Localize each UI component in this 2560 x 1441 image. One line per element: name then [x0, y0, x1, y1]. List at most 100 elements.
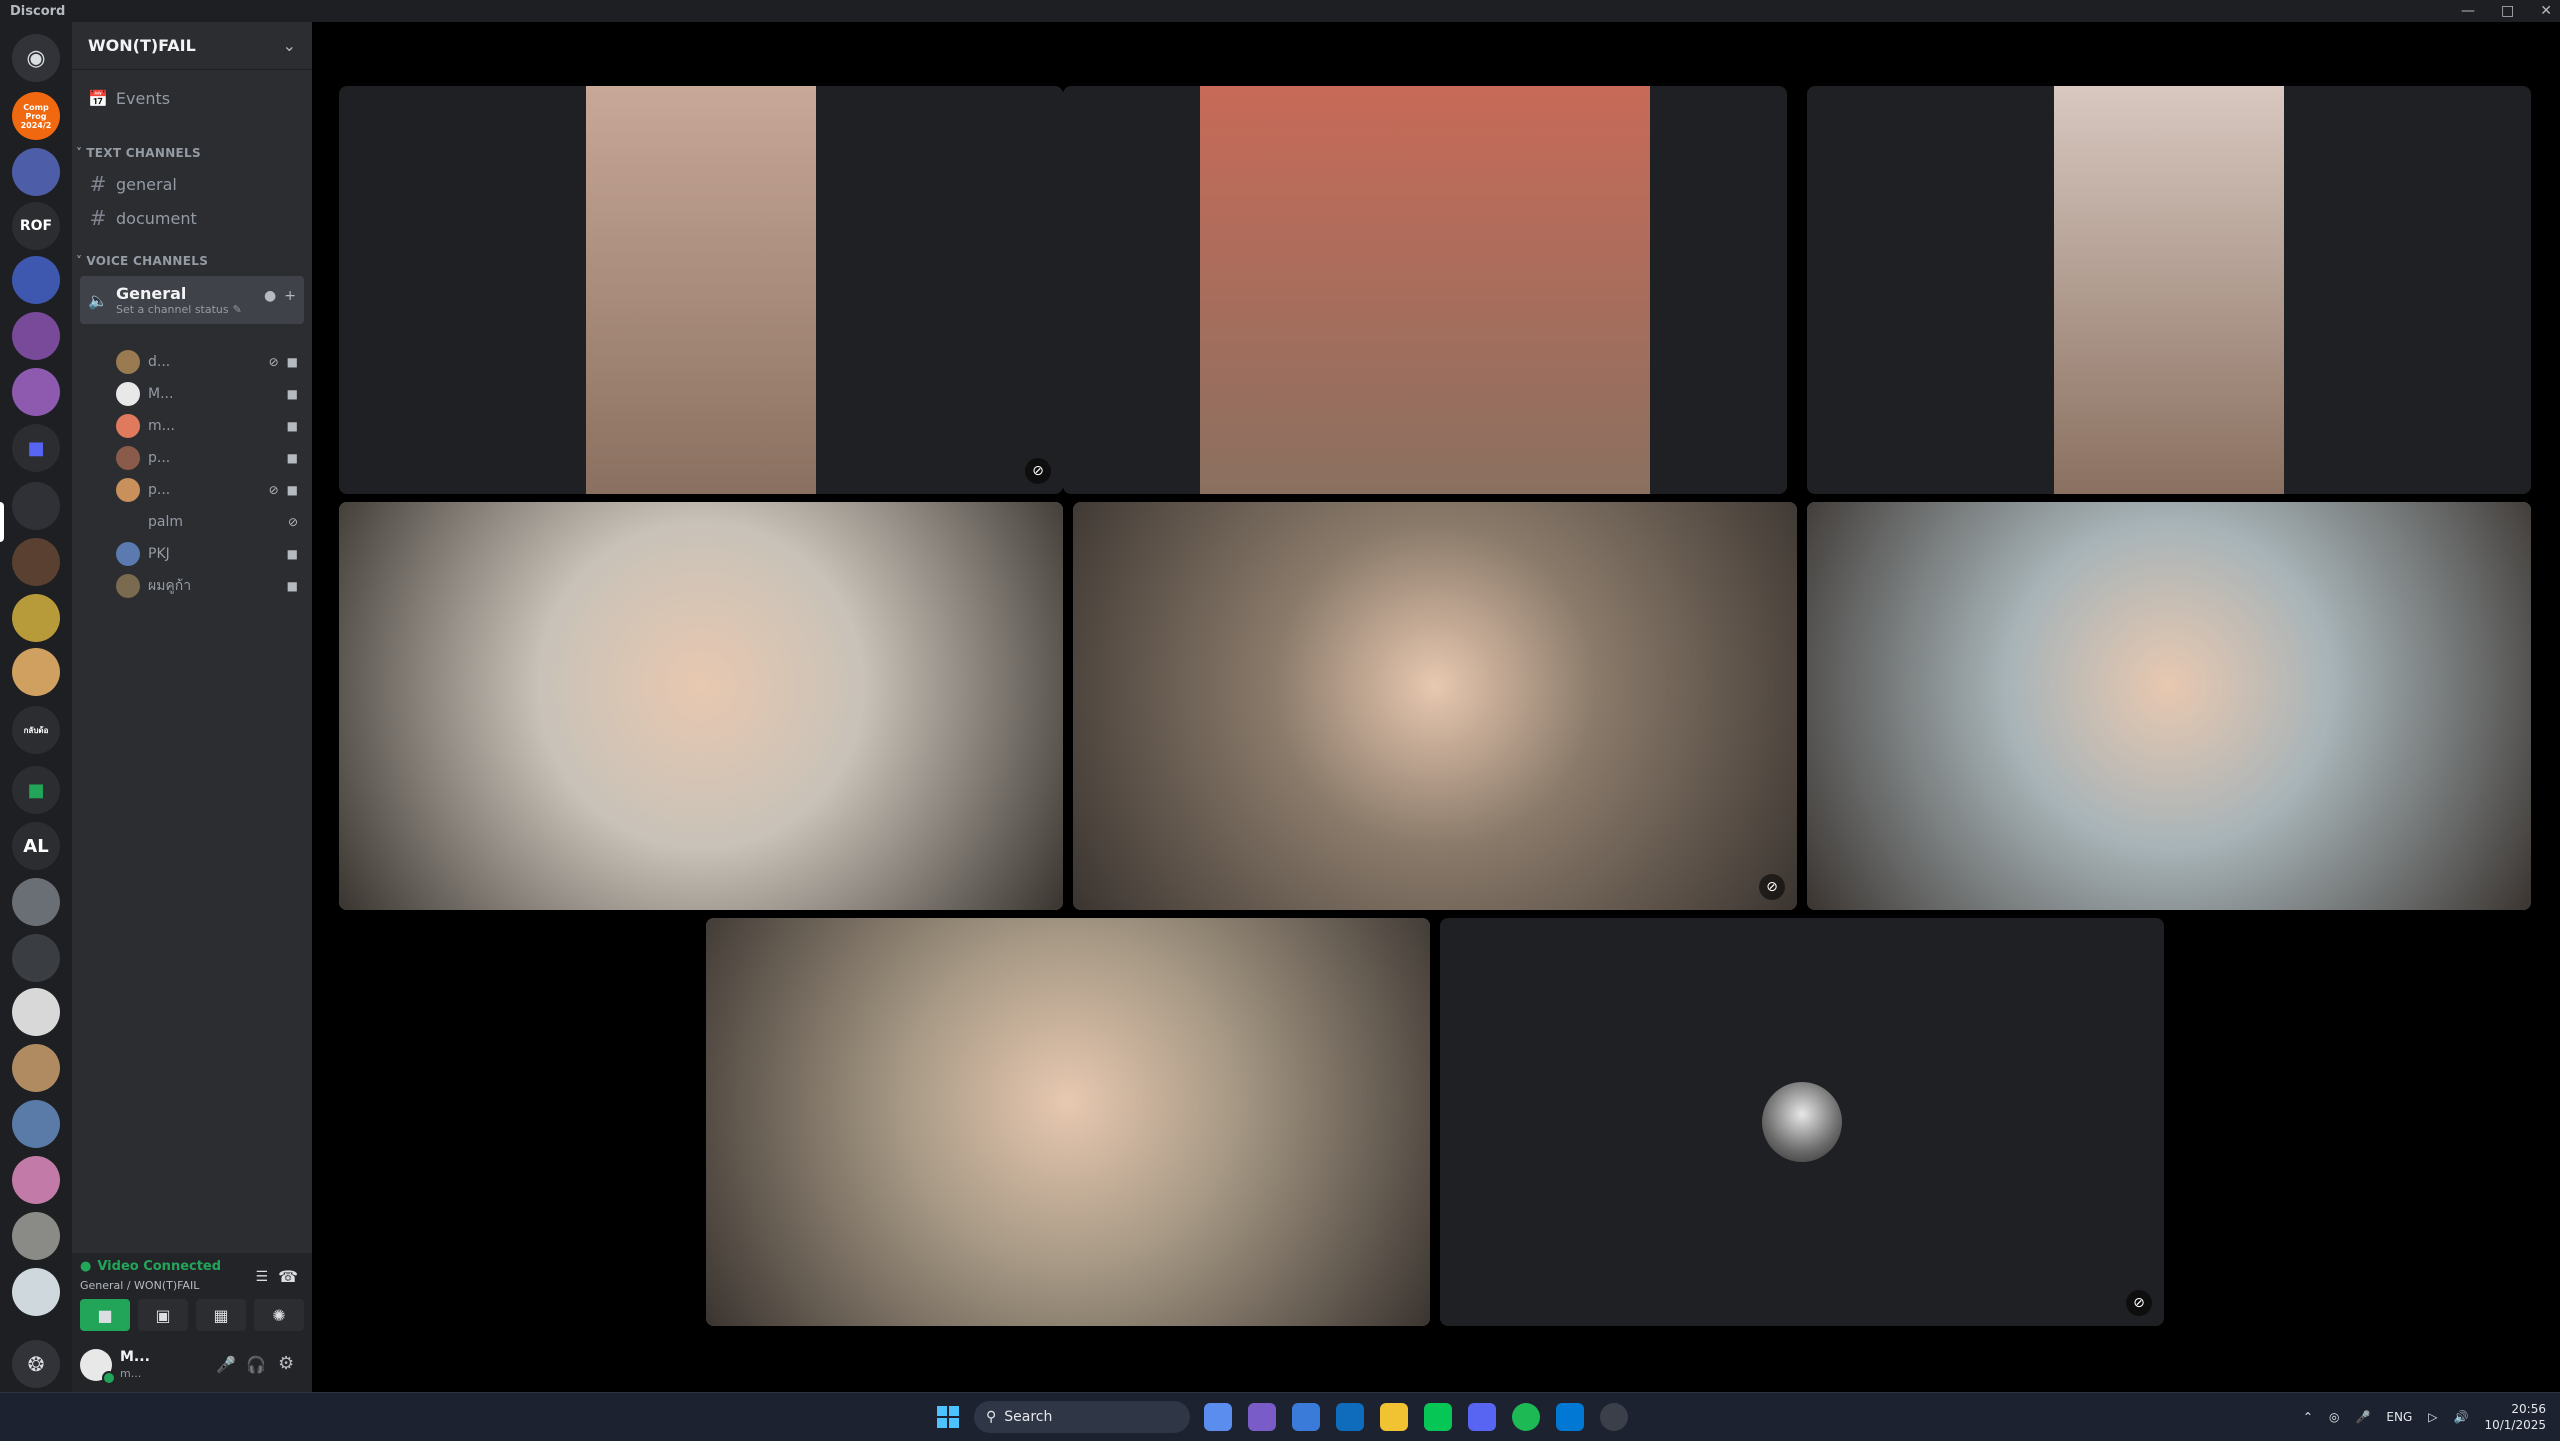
channel-document[interactable]: # document — [80, 202, 304, 234]
server-16[interactable] — [12, 934, 60, 982]
voice-member[interactable]: palm ⊘ — [116, 508, 306, 536]
copilot-icon[interactable] — [1204, 1403, 1232, 1431]
voice-member[interactable]: ผมคูก้า ■ — [116, 572, 306, 600]
server-2[interactable] — [12, 148, 60, 196]
voice-member[interactable]: PKJ ■ — [116, 540, 306, 568]
camera-button[interactable]: ■ — [80, 1299, 130, 1331]
server-17[interactable] — [12, 988, 60, 1036]
server-wof[interactable] — [12, 482, 60, 530]
category-label: TEXT CHANNELS — [86, 146, 201, 160]
video-feed — [339, 502, 1063, 910]
language-indicator[interactable]: ENG — [2386, 1410, 2412, 1424]
username[interactable]: M... — [120, 1349, 150, 1365]
add-member-icon[interactable]: + — [284, 288, 296, 304]
server-comp-prog[interactable]: Comp Prog 2024/2 — [12, 92, 60, 140]
server-21[interactable] — [12, 1212, 60, 1260]
gear-icon[interactable]: ⚙ — [278, 1353, 294, 1374]
channel-label: document — [116, 208, 197, 228]
maximize-icon[interactable]: □ — [2501, 3, 2514, 19]
server-19[interactable] — [12, 1100, 60, 1148]
disconnect-icon[interactable]: ☎ — [278, 1267, 298, 1286]
server-4[interactable] — [12, 256, 60, 304]
video-tile-6[interactable] — [1807, 502, 2531, 910]
online-status-dot — [102, 1371, 116, 1385]
mic-tray-icon[interactable]: 🎤 — [2355, 1410, 2370, 1424]
channel-general[interactable]: # general — [80, 168, 304, 200]
server-12[interactable]: กลับด้อ — [12, 706, 60, 754]
voice-member[interactable]: d... ⊘ ■ — [116, 348, 306, 376]
discord-home[interactable]: ◉ — [12, 34, 60, 82]
video-feed — [1200, 86, 1650, 494]
app-title: Discord — [10, 3, 66, 19]
video-tile-5[interactable]: ⊘ — [1073, 502, 1797, 910]
guild-header[interactable]: WON(T)FAIL ⌄ — [72, 22, 312, 70]
discord-taskbar-icon[interactable] — [1468, 1403, 1496, 1431]
windows-taskbar: ⚲ Search ⌃ ◎ 🎤 ENG ▷ 🔊 20:56 10/1/2025 — [0, 1392, 2560, 1441]
chevron-up-icon[interactable]: ⌃ — [2303, 1410, 2313, 1424]
screenshare-button[interactable]: ▣ — [138, 1299, 188, 1331]
voice-member[interactable]: m... ■ — [116, 412, 306, 440]
server-20[interactable] — [12, 1156, 60, 1204]
video-tile-1[interactable]: ⊘ — [339, 86, 1063, 494]
volume-icon[interactable]: 🔊 — [2454, 1410, 2469, 1424]
events-link[interactable]: 📅 Events — [80, 82, 304, 114]
channel-status[interactable]: Set a channel status — [116, 303, 229, 316]
voice-location[interactable]: General / WON(T)FAIL — [80, 1279, 199, 1292]
text-channels-category[interactable]: ˅ TEXT CHANNELS — [76, 146, 201, 160]
noise-suppression-icon[interactable]: ☰ — [255, 1269, 268, 1285]
video-tile-4[interactable] — [339, 502, 1063, 910]
voice-channels-category[interactable]: ˅ VOICE CHANNELS — [76, 254, 208, 268]
clock-time: 20:56 — [2511, 1402, 2546, 1416]
folder-2[interactable]: ■ — [12, 766, 60, 814]
minimize-icon[interactable]: — — [2461, 3, 2475, 19]
video-tile-8[interactable]: ⊘ — [1440, 918, 2164, 1326]
photos-icon[interactable] — [1248, 1403, 1276, 1431]
server-18[interactable] — [12, 1044, 60, 1092]
store-icon[interactable] — [1292, 1403, 1320, 1431]
microphone-icon[interactable]: 🎤 — [216, 1355, 236, 1374]
explore-icon[interactable]: ❂ — [12, 1340, 60, 1388]
pencil-icon[interactable]: ✎ — [233, 303, 242, 316]
vscode-icon[interactable] — [1556, 1403, 1584, 1431]
network-icon[interactable]: ◎ — [2329, 1410, 2339, 1424]
activities-button[interactable]: ▦ — [196, 1299, 246, 1331]
muted-mic-icon: ⊘ — [287, 515, 298, 529]
server-5[interactable] — [12, 312, 60, 360]
server-10[interactable] — [12, 594, 60, 642]
video-tile-3[interactable] — [1807, 86, 2531, 494]
headphones-icon[interactable]: 🎧 — [246, 1355, 266, 1374]
server-9[interactable] — [12, 538, 60, 586]
chat-icon[interactable]: ● — [264, 288, 276, 304]
voice-member[interactable]: p... ■ — [116, 444, 306, 472]
camera-on-icon: ■ — [286, 451, 298, 465]
voice-channel-general[interactable]: 🔈 General Set a channel status ✎ ● + — [80, 276, 304, 324]
line-icon[interactable] — [1424, 1403, 1452, 1431]
hash-icon: # — [89, 172, 107, 196]
server-11[interactable] — [12, 648, 60, 696]
server-22[interactable] — [12, 1268, 60, 1316]
file-explorer-icon[interactable] — [1380, 1403, 1408, 1431]
soundboard-button[interactable]: ✺ — [254, 1299, 304, 1331]
wifi-icon[interactable]: ▷ — [2428, 1410, 2437, 1424]
search-label: Search — [1004, 1409, 1053, 1425]
member-name: M... — [148, 386, 174, 402]
spotify-icon[interactable] — [1512, 1403, 1540, 1431]
close-icon[interactable]: ✕ — [2540, 3, 2552, 19]
video-tile-7[interactable] — [706, 918, 1430, 1326]
windows-start-icon[interactable] — [934, 1403, 962, 1431]
server-rof[interactable]: ROF — [12, 202, 60, 250]
server-label: ROF — [19, 218, 53, 234]
taskbar-search[interactable]: ⚲ Search — [974, 1401, 1190, 1433]
video-tile-2[interactable] — [1063, 86, 1787, 494]
voice-status[interactable]: Video Connected — [97, 1259, 221, 1274]
server-al[interactable]: AL — [12, 822, 60, 870]
server-6[interactable] — [12, 368, 60, 416]
outlook-icon[interactable] — [1336, 1403, 1364, 1431]
clock[interactable]: 20:56 10/1/2025 — [2484, 1401, 2546, 1433]
title-bar: Discord — □ ✕ — [0, 0, 2560, 22]
chrome-icon[interactable] — [1600, 1403, 1628, 1431]
voice-member[interactable]: p... ⊘ ■ — [116, 476, 306, 504]
voice-member[interactable]: M... ■ — [116, 380, 306, 408]
folder-1[interactable]: ■ — [12, 424, 60, 472]
server-15[interactable] — [12, 878, 60, 926]
